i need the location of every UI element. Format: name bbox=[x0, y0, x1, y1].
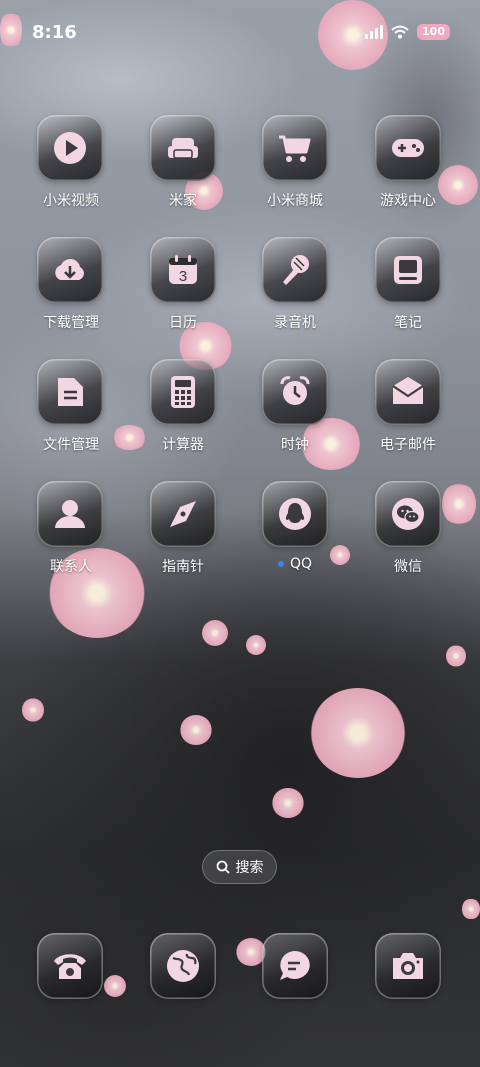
search-label: 搜索 bbox=[235, 860, 264, 876]
petal bbox=[202, 620, 228, 646]
alarm-clock-icon bbox=[280, 376, 310, 405]
petal bbox=[180, 715, 212, 745]
app-icon-wechat[interactable] bbox=[375, 481, 441, 547]
battery-indicator: 100 bbox=[417, 24, 450, 40]
microphone-icon bbox=[283, 255, 309, 285]
search-button[interactable]: 搜索 bbox=[202, 850, 277, 884]
app-label: 联系人 bbox=[50, 559, 92, 575]
calendar-icon: 3 bbox=[169, 255, 197, 285]
app-label: 指南针 bbox=[162, 559, 204, 575]
app-icon-contacts[interactable] bbox=[37, 481, 103, 547]
app-label: 游戏中心 bbox=[380, 193, 436, 209]
telephone-icon bbox=[54, 954, 86, 979]
petal bbox=[462, 898, 480, 920]
browser-globe-icon bbox=[167, 950, 199, 982]
penguin-icon bbox=[279, 498, 311, 530]
app-label: 微信 bbox=[394, 559, 422, 575]
app-icon-calculator[interactable] bbox=[150, 359, 216, 425]
app-icon-mijia[interactable] bbox=[150, 115, 216, 181]
petal bbox=[446, 645, 466, 667]
petal bbox=[442, 482, 476, 526]
calendar-date: 3 bbox=[179, 268, 187, 285]
gamepad-icon bbox=[392, 139, 424, 157]
app-icon-clock[interactable] bbox=[262, 359, 328, 425]
sofa-icon bbox=[168, 138, 198, 159]
cloud-download-icon bbox=[55, 258, 84, 280]
compass-icon bbox=[170, 501, 196, 527]
app-label: 电子邮件 bbox=[380, 437, 436, 453]
app-label: 计算器 bbox=[162, 437, 204, 453]
app-icon-file-manager[interactable] bbox=[37, 359, 103, 425]
app-icon-calendar[interactable]: 3 bbox=[150, 237, 216, 303]
app-icon-qq[interactable] bbox=[262, 481, 328, 547]
app-icon-notes[interactable] bbox=[375, 237, 441, 303]
app-label: 小米视频 bbox=[43, 193, 99, 209]
status-time: 8:16 bbox=[32, 22, 77, 43]
app-icon-email[interactable] bbox=[375, 359, 441, 425]
wechat-icon bbox=[392, 498, 424, 530]
petal bbox=[246, 635, 266, 655]
petal bbox=[310, 688, 406, 778]
dock-browser[interactable] bbox=[150, 933, 216, 999]
person-icon bbox=[55, 500, 85, 528]
status-icons: 100 bbox=[365, 24, 450, 40]
app-icon-recorder[interactable] bbox=[262, 237, 328, 303]
calculator-icon bbox=[171, 376, 195, 408]
message-bubble-icon bbox=[280, 951, 310, 980]
app-label: 米家 bbox=[169, 193, 197, 209]
app-label: 日历 bbox=[169, 315, 197, 331]
dock-camera[interactable] bbox=[375, 933, 441, 999]
app-icon-compass[interactable] bbox=[150, 481, 216, 547]
signal-icon bbox=[365, 25, 384, 39]
app-label: 下载管理 bbox=[43, 315, 99, 331]
envelope-icon bbox=[392, 377, 424, 404]
app-label: 笔记 bbox=[394, 315, 422, 331]
notes-icon bbox=[394, 256, 422, 284]
app-icon-mi-store[interactable] bbox=[262, 115, 328, 181]
search-icon bbox=[216, 860, 230, 874]
petal bbox=[272, 788, 304, 818]
new-install-dot bbox=[277, 561, 284, 567]
document-icon bbox=[58, 378, 83, 406]
wifi-icon bbox=[391, 25, 409, 39]
app-label: 时钟 bbox=[281, 437, 309, 453]
app-label: 文件管理 bbox=[43, 437, 99, 453]
camera-icon bbox=[393, 953, 423, 979]
video-play-icon bbox=[54, 132, 86, 164]
dock-messages[interactable] bbox=[262, 933, 328, 999]
app-label-qq: QQ bbox=[240, 556, 350, 572]
status-bar: 8:16 100 bbox=[0, 0, 480, 66]
app-label: 录音机 bbox=[274, 315, 316, 331]
app-icon-downloads[interactable] bbox=[37, 237, 103, 303]
app-label-text: QQ bbox=[289, 556, 313, 572]
cart-icon bbox=[279, 135, 311, 162]
dock-phone[interactable] bbox=[37, 933, 103, 999]
petal bbox=[22, 698, 44, 722]
petal bbox=[104, 975, 126, 997]
app-icon-mi-video[interactable] bbox=[37, 115, 103, 181]
app-icon-game-center[interactable] bbox=[375, 115, 441, 181]
app-label: 小米商城 bbox=[267, 193, 323, 209]
